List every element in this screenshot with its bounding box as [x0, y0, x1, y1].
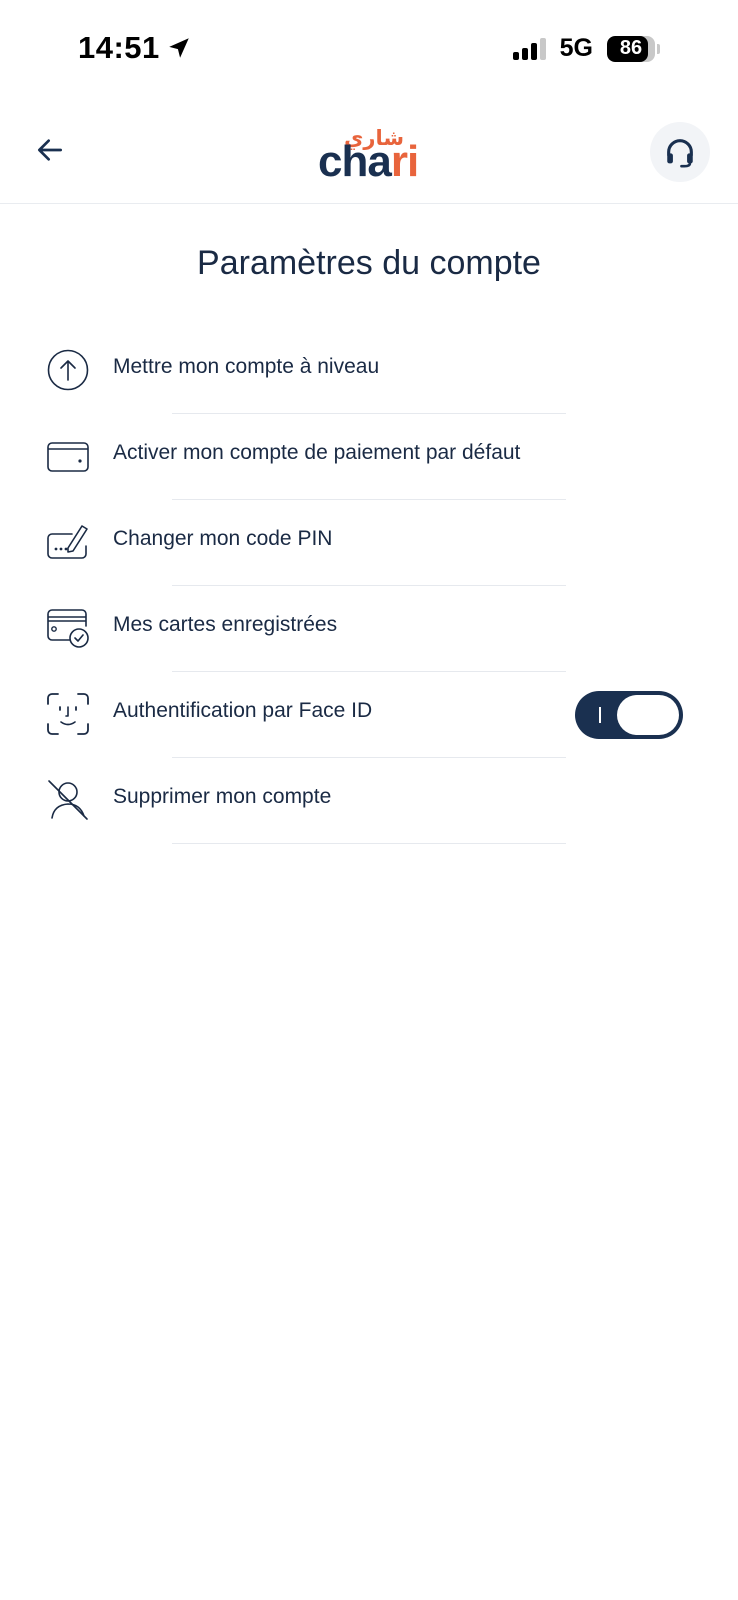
- page-title: Paramètres du compte: [197, 244, 541, 282]
- location-arrow-icon: [169, 38, 189, 58]
- chari-logo: شاري chari: [318, 126, 428, 186]
- status-bar: 14:51 5G 86: [0, 0, 738, 100]
- user-remove-icon: [46, 778, 90, 822]
- menu-item-face-id[interactable]: Authentification par Face ID: [0, 672, 738, 758]
- face-id-icon: [46, 692, 90, 736]
- logo-latin-main: cha: [318, 137, 392, 186]
- menu-item-default-payment[interactable]: Activer mon compte de paiement par défau…: [0, 414, 738, 500]
- menu-item-label: Mes cartes enregistrées: [113, 613, 338, 636]
- settings-menu: Mettre mon compte à niveau Activer mon c…: [0, 328, 738, 844]
- status-indicators: 5G 86: [512, 34, 660, 63]
- divider: [172, 843, 566, 844]
- menu-item-saved-cards[interactable]: Mes cartes enregistrées: [0, 586, 738, 672]
- face-id-toggle[interactable]: [575, 691, 683, 739]
- menu-item-change-pin[interactable]: Changer mon code PIN: [0, 500, 738, 586]
- toggle-on-indicator: [599, 707, 601, 723]
- app-header: شاري chari: [0, 100, 738, 204]
- logo-latin-text: chari: [318, 137, 419, 186]
- menu-item-upgrade-account[interactable]: Mettre mon compte à niveau: [0, 328, 738, 414]
- menu-item-label: Changer mon code PIN: [113, 527, 333, 550]
- battery-icon: 86: [607, 35, 655, 62]
- wallet-icon: [46, 434, 90, 478]
- status-time: 14:51: [78, 30, 192, 66]
- logo-latin-accent: ri: [390, 137, 419, 186]
- support-button[interactable]: [650, 122, 710, 182]
- network-type: 5G: [559, 34, 593, 62]
- signal-icon: [512, 37, 546, 60]
- menu-item-label: Supprimer mon compte: [113, 785, 332, 808]
- headset-icon: [667, 139, 693, 168]
- menu-item-delete-account[interactable]: Supprimer mon compte: [0, 758, 738, 844]
- pin-edit-icon: [46, 520, 90, 564]
- menu-item-label: Authentification par Face ID: [113, 699, 373, 722]
- arrow-left-icon: [38, 139, 62, 161]
- battery-cap: [657, 43, 660, 54]
- battery-level: 86: [619, 37, 643, 59]
- menu-item-label: Activer mon compte de paiement par défau…: [113, 441, 521, 464]
- clock-text: 14:51: [78, 30, 160, 65]
- toggle-knob: [617, 695, 679, 735]
- card-check-icon: [46, 606, 90, 650]
- arrow-up-circle-icon: [46, 348, 90, 392]
- back-button[interactable]: [30, 130, 70, 170]
- menu-item-label: Mettre mon compte à niveau: [113, 355, 380, 378]
